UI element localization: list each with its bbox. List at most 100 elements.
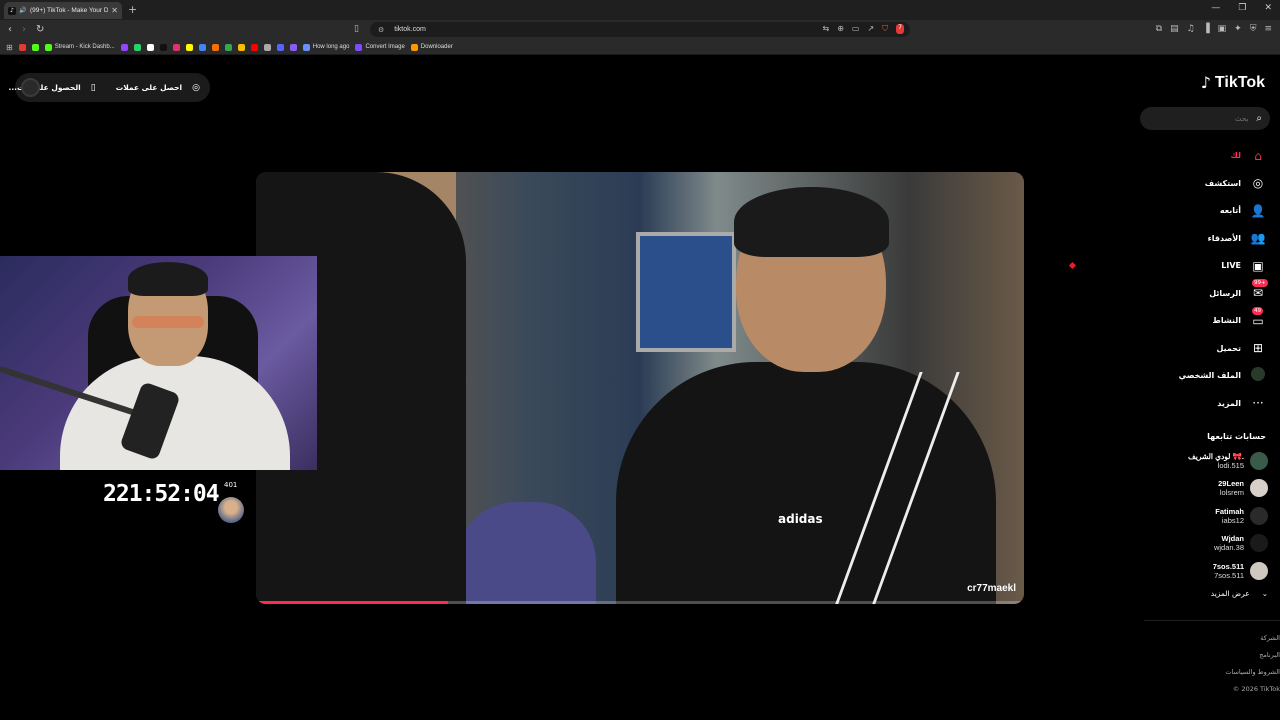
bookmark-item[interactable] [211, 43, 219, 51]
sidebar-item-label: تحميل [1216, 343, 1241, 353]
see-more-button[interactable]: عرض المزيد ⌄ [1211, 589, 1268, 598]
webcam-glasses [132, 316, 204, 328]
chevron-down-icon: ⌄ [1261, 589, 1268, 598]
close-window-icon[interactable]: ✕ [1264, 3, 1272, 13]
following-account[interactable]: 29Leen lolsrem [1138, 475, 1268, 503]
avatar-circle-icon[interactable] [21, 78, 40, 97]
bookmark-item[interactable]: Convert Image [355, 43, 405, 51]
minimize-icon[interactable]: — [1211, 3, 1220, 13]
video-progress-fill[interactable] [256, 601, 448, 604]
wallet-icon[interactable]: ▣ [1218, 24, 1227, 34]
site-info-icon[interactable]: ⚙ [378, 26, 384, 34]
vpn-icon[interactable]: ⛨ [1250, 24, 1257, 34]
sidebar-item-1[interactable]: استكشف ◎ [1126, 170, 1266, 198]
close-tab-icon[interactable]: ✕ [111, 6, 118, 15]
following-display-name: Wjdan [1221, 534, 1245, 544]
sidebar-item-2[interactable]: أتابعه 👤 [1126, 197, 1266, 225]
menu-icon[interactable]: ≡ [1264, 24, 1272, 34]
reload-icon[interactable]: ↻ [36, 24, 44, 35]
bookmark-item[interactable] [250, 43, 258, 51]
avatar[interactable] [1250, 451, 1268, 470]
speaker-icon[interactable]: 🔊 [19, 7, 27, 15]
bookmark-favicon-icon [289, 43, 297, 51]
home-icon: ⌂ [1254, 148, 1262, 163]
sidebar-item-8[interactable]: الملف الشخصي [1126, 362, 1266, 390]
footer-link[interactable]: الشركة [1225, 630, 1280, 647]
bookmark-item[interactable]: Stream - Kick Dashb... [44, 43, 115, 51]
browser-tab[interactable]: ♪ 🔊 (99+) TikTok - Make Your Day ✕ [4, 2, 122, 19]
back-icon[interactable]: ‹ [8, 24, 12, 35]
bookmark-item[interactable] [31, 43, 39, 51]
bookmark-item[interactable] [289, 43, 297, 51]
notification-badge[interactable]: 7 [896, 24, 904, 34]
bookmark-favicon-icon [198, 43, 206, 51]
sidebar-footer: الشركة البرنامج الشروط والسياسات © 2026 Tik… [1225, 630, 1280, 698]
video-player[interactable]: adidas cr77maekl [256, 172, 1024, 604]
avatar[interactable] [1250, 534, 1268, 553]
reader-icon[interactable]: ▤ [1170, 24, 1179, 34]
get-app-link[interactable]: الحصول على الت... [8, 83, 80, 92]
translate-icon[interactable]: ⇆ [823, 24, 830, 34]
bookmark-item[interactable]: How long ago [302, 43, 349, 51]
avatar[interactable] [1250, 479, 1268, 498]
sidebar-item-5[interactable]: الرسائل ✉ 99+ [1126, 279, 1268, 308]
sidebar-item-6[interactable]: النشاط ▭ 49 [1126, 306, 1266, 335]
puzzle-icon[interactable]: ✦ [1234, 24, 1242, 34]
footer-link[interactable]: الشروط والسياسات [1225, 664, 1280, 681]
bookmark-item[interactable] [18, 43, 26, 51]
bookmark-favicon-icon [355, 43, 363, 51]
bookmark-item[interactable] [159, 43, 167, 51]
install-icon[interactable]: ▭ [852, 24, 860, 34]
address-bar[interactable]: ⚙ tiktok.com ⇆ ⊕ ▭ ↗ ⛉ 7 [370, 22, 910, 37]
following-account[interactable]: لودي الشريف 🎀. lodi.515 [1138, 447, 1268, 475]
media-icon[interactable]: ♫ [1187, 24, 1195, 34]
avatar[interactable] [1250, 506, 1268, 525]
sidebar-item-label: الملف الشخصي [1178, 371, 1241, 381]
sidebar-item-9[interactable]: المزيد ··· [1126, 390, 1266, 418]
extension-icon[interactable]: ⧉ [1156, 24, 1162, 34]
shield-icon[interactable]: ⛉ [882, 24, 888, 34]
bookmark-item[interactable]: Downloader [410, 43, 453, 51]
following-list: لودي الشريف 🎀. lodi.515 29Leen lolsrem Fatim… [1138, 447, 1268, 585]
following-account[interactable]: Fatimah iabs12 [1138, 502, 1268, 530]
bookmark-label: Stream - Kick Dashb... [54, 44, 115, 50]
bookmark-page-icon[interactable]: ▯ [354, 24, 359, 34]
bookmark-item[interactable] [263, 43, 271, 51]
bookmark-item[interactable] [237, 43, 245, 51]
restore-icon[interactable]: ❐ [1238, 3, 1246, 13]
zoom-icon[interactable]: ⊕ [837, 24, 844, 34]
sidebar-toggle-icon[interactable]: ▐ [1203, 24, 1210, 34]
sidebar-item-label: المزيد [1217, 398, 1241, 408]
sidebar-item-4[interactable]: LIVE ▣ [1126, 252, 1266, 280]
search-icon[interactable]: ⌕ [1256, 113, 1262, 124]
tiktok-logo[interactable]: ♪ TikTok [1201, 73, 1265, 92]
bookmark-item[interactable] [133, 43, 141, 51]
footer-link[interactable]: البرنامج [1225, 647, 1280, 664]
avatar[interactable] [1250, 561, 1268, 580]
tiktok-note-icon: ♪ [1200, 73, 1211, 92]
bookmark-item[interactable] [120, 43, 128, 51]
search-input[interactable] [1158, 114, 1249, 123]
bookmark-favicon-icon [224, 43, 232, 51]
logo-text: TikTok [1214, 73, 1265, 91]
notification-count-badge: 49 [1252, 306, 1263, 315]
new-tab-icon[interactable]: + [128, 3, 137, 16]
bookmark-item[interactable] [185, 43, 193, 51]
bookmark-item[interactable] [276, 43, 284, 51]
forward-icon[interactable]: › [22, 24, 26, 35]
share-icon[interactable]: ↗ [867, 24, 874, 34]
sidebar-item-3[interactable]: الأصدقاء 👥 [1126, 225, 1266, 253]
bookmark-item[interactable] [146, 43, 154, 51]
extension-tools: ⧉ ▤ ♫ ▐ ▣ ✦ ⛨ ≡ [1156, 24, 1272, 34]
bookmark-item[interactable] [224, 43, 232, 51]
get-coins-link[interactable]: احصل على عملات [116, 83, 182, 92]
search-box[interactable]: ⌕ [1140, 107, 1270, 130]
sidebar-item-7[interactable]: تحميل ⊞ [1126, 335, 1266, 363]
following-account[interactable]: 7sos.511 7sos.511 [1138, 557, 1268, 585]
following-account[interactable]: Wjdan wjdan.38 [1138, 530, 1268, 558]
apps-grid-icon[interactable]: ⊞ [6, 43, 13, 52]
bookmark-item[interactable] [198, 43, 206, 51]
url-text: tiktok.com [394, 26, 426, 33]
bookmark-item[interactable] [172, 43, 180, 51]
sidebar-item-0[interactable]: لك ⌂ [1126, 142, 1266, 170]
